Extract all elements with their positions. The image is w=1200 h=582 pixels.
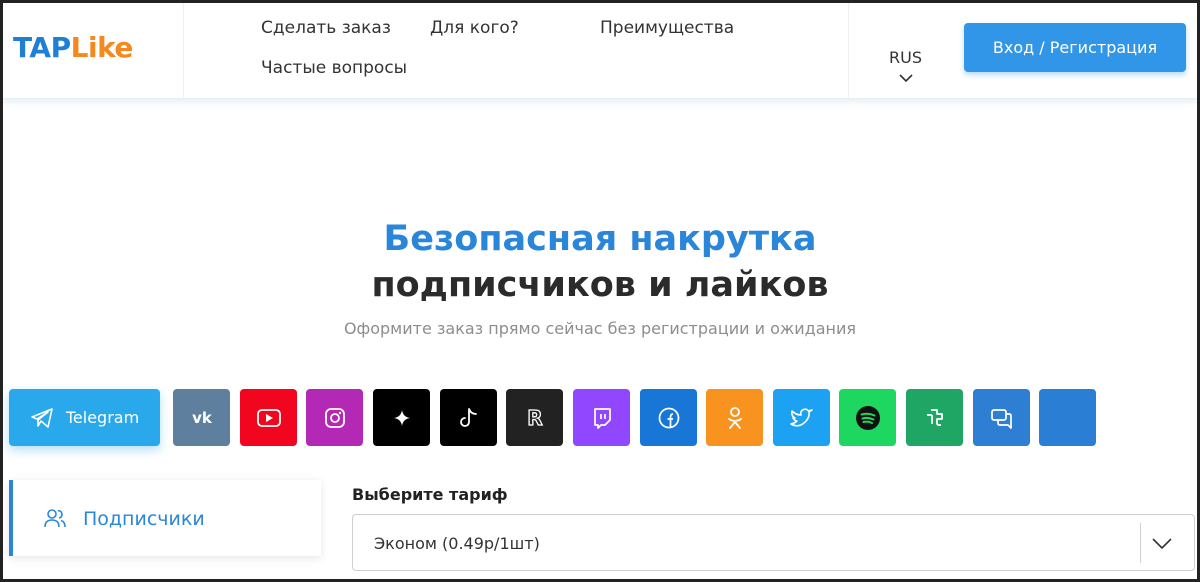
tariff-select[interactable]: Эконом (0.49р/1шт) (352, 514, 1195, 571)
users-icon (44, 509, 66, 528)
nav-advantages-link[interactable]: Преимущества (600, 18, 734, 38)
logo[interactable]: TAPLike (13, 31, 133, 64)
chat-icon (990, 408, 1012, 429)
chevron-down-icon[interactable] (1151, 533, 1173, 553)
nav-faq-link[interactable]: Частые вопросы (261, 58, 407, 78)
platform-chat-button[interactable] (973, 389, 1030, 446)
service-tab-label: Подписчики (83, 508, 205, 530)
instagram-icon (324, 407, 345, 428)
platform-twitter-button[interactable] (773, 389, 830, 446)
platform-odnoklassniki-button[interactable] (706, 389, 763, 446)
service-tab-followers[interactable]: Подписчики (9, 480, 321, 556)
nav-for-whom-link[interactable]: Для кого? (430, 18, 519, 38)
facebook-icon (658, 407, 679, 428)
sparkle-icon (393, 409, 410, 426)
rutube-icon: R (526, 406, 543, 430)
logo-tap: TAP (13, 31, 71, 64)
youtube-icon (256, 408, 281, 427)
nav-order-link[interactable]: Сделать заказ (261, 18, 391, 38)
platform-instagram-button[interactable] (306, 389, 363, 446)
header: TAPLike Сделать заказ Для кого? Преимуще… (3, 3, 1197, 99)
page-frame: TAPLike Сделать заказ Для кого? Преимуще… (0, 0, 1200, 582)
twitch-icon (593, 407, 611, 429)
ok-icon (727, 406, 742, 429)
platform-tumblr-button[interactable] (906, 389, 963, 446)
platform-rutube-button[interactable]: R (506, 389, 563, 446)
header-divider (848, 3, 849, 99)
language-selector[interactable]: RUS (889, 48, 922, 67)
svg-text:vk: vk (192, 409, 213, 427)
tumblr-icon (926, 408, 943, 426)
platform-tiktok-button[interactable] (440, 389, 497, 446)
svg-text:R: R (527, 406, 542, 430)
platform-youtube-button[interactable] (240, 389, 297, 446)
hero-title-line2: подписчиков и лайков (371, 265, 829, 305)
header-divider (183, 3, 184, 99)
twitter-icon (789, 407, 813, 427)
platform-facebook-button[interactable] (640, 389, 697, 446)
platform-spotify-button[interactable] (839, 389, 896, 446)
chevron-down-icon[interactable] (899, 73, 913, 83)
hero-title-line1: Безопасная накрутка (383, 219, 817, 259)
tariff-selected-value: Эконом (0.49р/1шт) (374, 534, 540, 553)
login-register-button[interactable]: Вход / Регистрация (964, 23, 1186, 72)
logo-like: Like (70, 31, 134, 64)
platform-telegram-label: Telegram (65, 408, 140, 427)
tiktok-icon (459, 407, 477, 427)
platform-threads-button[interactable] (373, 389, 430, 446)
hero-subtitle: Оформите заказ прямо сейчас без регистра… (343, 319, 857, 338)
tariff-label: Выберите тариф (352, 485, 508, 504)
platform-telegram-button[interactable]: Telegram (9, 389, 160, 446)
platform-vk-button[interactable]: vk (173, 389, 230, 446)
platform-more-button[interactable] (1039, 389, 1096, 446)
telegram-icon (31, 407, 53, 428)
select-separator (1140, 523, 1141, 563)
platform-twitch-button[interactable] (573, 389, 630, 446)
vk-icon: vk (192, 409, 213, 427)
spotify-icon (855, 405, 880, 430)
